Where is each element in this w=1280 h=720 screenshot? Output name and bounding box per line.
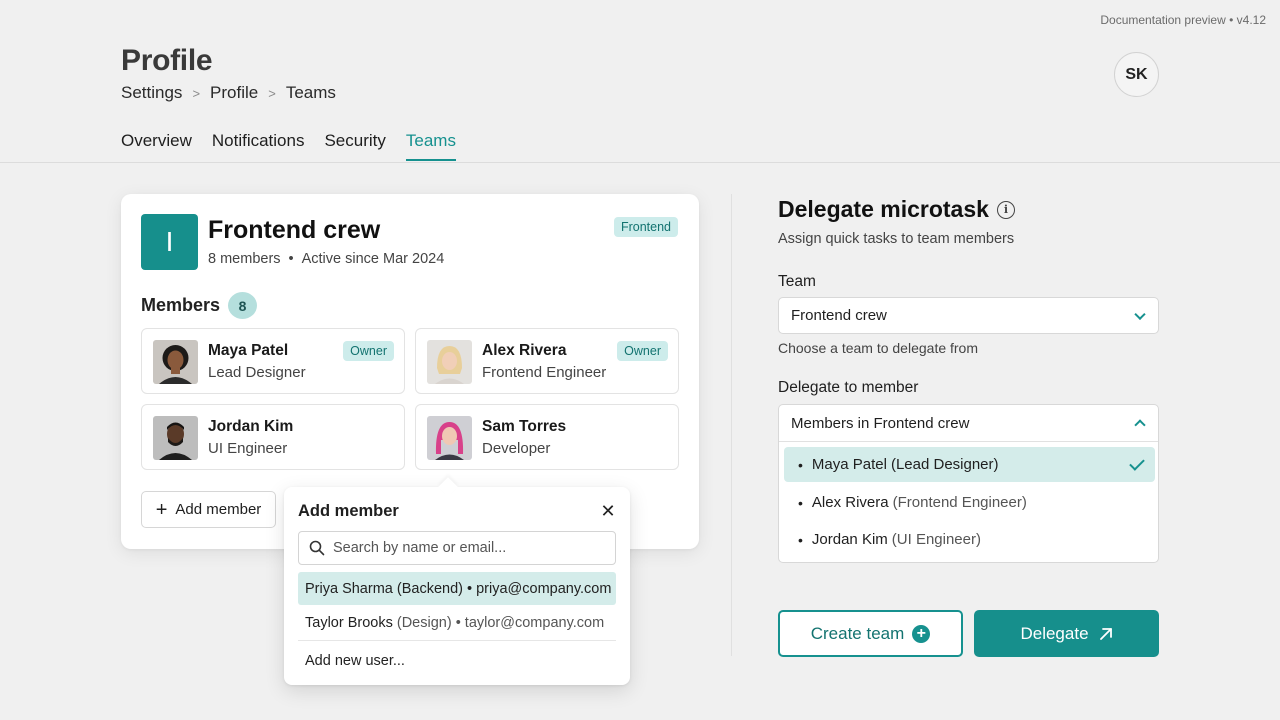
search-icon bbox=[309, 540, 325, 556]
member-select[interactable]: Members in Frontend crew bbox=[779, 405, 1158, 442]
member-role: Lead Designer bbox=[208, 364, 306, 381]
suggestion-email: • priya@company.com bbox=[467, 580, 612, 597]
team-tag: Frontend bbox=[613, 217, 678, 237]
delegate-button[interactable]: Delegate bbox=[974, 610, 1159, 657]
member-field-label: Delegate to member bbox=[778, 379, 919, 396]
bullet: • bbox=[798, 531, 803, 548]
create-team-label: Create team bbox=[810, 623, 905, 643]
tab-teams[interactable]: Teams bbox=[405, 131, 456, 161]
page-title: Profile bbox=[121, 44, 213, 77]
chevron-up-icon bbox=[1134, 419, 1146, 431]
members-count-badge: 8 bbox=[228, 292, 258, 319]
member-card[interactable]: Alex Rivera Frontend Engineer Owner bbox=[415, 328, 679, 394]
close-icon[interactable]: ✕ bbox=[598, 501, 618, 521]
plus-icon: + bbox=[155, 498, 168, 521]
member-role: Developer bbox=[482, 440, 551, 457]
bullet: • bbox=[798, 456, 803, 473]
tab-overview[interactable]: Overview bbox=[121, 131, 192, 161]
tab-security[interactable]: Security bbox=[324, 131, 385, 161]
members-heading: Members 8 bbox=[141, 292, 258, 319]
team-select[interactable]: Frontend crew bbox=[778, 297, 1159, 334]
option-role: (UI Engineer) bbox=[891, 531, 981, 548]
member-card[interactable]: Maya Patel Lead Designer Owner bbox=[141, 328, 405, 394]
add-new-user-item[interactable]: Add new user... bbox=[298, 644, 616, 677]
tabs-divider bbox=[0, 162, 1280, 163]
suggestion-name: Taylor Brooks bbox=[305, 614, 393, 631]
team-select-value: Frontend crew bbox=[791, 307, 887, 324]
chevron-right-icon: > bbox=[192, 85, 201, 101]
plus-circle-icon: + bbox=[912, 624, 931, 643]
member-photo bbox=[153, 416, 198, 460]
delegate-subtitle: Assign quick tasks to team members bbox=[778, 231, 1015, 247]
meta-separator: • bbox=[288, 251, 294, 267]
team-meta: 8 members • Active since Mar 2024 bbox=[208, 251, 444, 267]
suggestion-dept: (Backend) bbox=[396, 580, 463, 597]
member-name: Maya Patel bbox=[208, 342, 289, 359]
panel-divider bbox=[731, 194, 732, 656]
member-name: Alex Rivera bbox=[482, 342, 567, 359]
chevron-right-icon: > bbox=[268, 85, 276, 101]
breadcrumb: Settings > Profile > Teams bbox=[121, 83, 336, 103]
breadcrumb-teams: Teams bbox=[285, 83, 336, 102]
suggestion-email: • taylor@company.com bbox=[455, 614, 605, 631]
breadcrumb-profile[interactable]: Profile bbox=[210, 83, 258, 103]
chevron-down-icon bbox=[1134, 308, 1146, 320]
member-name: Jordan Kim bbox=[208, 418, 294, 435]
owner-badge: Owner bbox=[343, 341, 394, 361]
owner-badge: Owner bbox=[617, 341, 668, 361]
member-card[interactable]: Jordan Kim UI Engineer bbox=[141, 404, 405, 470]
member-photo bbox=[427, 340, 472, 384]
member-photo bbox=[153, 340, 198, 384]
option-role: (Lead Designer) bbox=[890, 456, 999, 473]
option-name: Maya Patel bbox=[811, 456, 887, 473]
member-photo bbox=[427, 416, 472, 460]
member-option[interactable]: • Jordan Kim (UI Engineer) bbox=[784, 522, 1155, 557]
member-role: Frontend Engineer bbox=[482, 364, 607, 381]
add-member-popover: Add member ✕ Priya Sharma (Backend) • pr… bbox=[284, 477, 630, 685]
add-member-button[interactable]: + Add member bbox=[141, 491, 276, 528]
breadcrumb-settings[interactable]: Settings bbox=[121, 83, 182, 103]
popover-title: Add member bbox=[298, 502, 399, 520]
check-icon bbox=[1129, 455, 1145, 471]
delegate-title-text: Delegate microtask bbox=[778, 196, 989, 222]
team-helper-text: Choose a team to delegate from bbox=[778, 340, 979, 356]
suggestion-dept: (Design) bbox=[396, 614, 452, 631]
suggestion-item[interactable]: Priya Sharma (Backend) • priya@company.c… bbox=[298, 572, 616, 605]
member-option[interactable]: • Maya Patel (Lead Designer) bbox=[784, 447, 1155, 482]
member-select-dropdown: Members in Frontend crew • Maya Patel (L… bbox=[778, 404, 1159, 563]
create-team-button[interactable]: Create team + bbox=[778, 610, 963, 657]
team-logo: I bbox=[141, 214, 198, 270]
delegate-label: Delegate bbox=[1020, 623, 1089, 643]
suggestion-name: Priya Sharma bbox=[305, 580, 393, 597]
member-search-field[interactable] bbox=[298, 531, 616, 565]
member-select-value: Members in Frontend crew bbox=[791, 414, 970, 432]
user-avatar[interactable]: SK bbox=[1114, 52, 1159, 97]
team-active-since: Active since Mar 2024 bbox=[301, 251, 445, 267]
member-option[interactable]: • Alex Rivera (Frontend Engineer) bbox=[784, 485, 1155, 520]
popover-divider bbox=[298, 640, 616, 641]
member-search-input[interactable] bbox=[333, 540, 615, 556]
option-role: (Frontend Engineer) bbox=[892, 494, 1027, 511]
profile-tabs: Overview Notifications Security Teams bbox=[121, 131, 456, 161]
suggestion-item[interactable]: Taylor Brooks (Design) • taylor@company.… bbox=[298, 606, 616, 639]
members-heading-label: Members bbox=[141, 295, 221, 315]
arrow-up-right-icon bbox=[1099, 627, 1112, 640]
tab-notifications[interactable]: Notifications bbox=[212, 131, 305, 161]
delegate-title: Delegate microtask i bbox=[778, 196, 1015, 223]
team-name: Frontend crew bbox=[208, 216, 381, 244]
bullet: • bbox=[798, 494, 803, 511]
option-name: Alex Rivera bbox=[811, 494, 889, 511]
info-icon[interactable]: i bbox=[996, 200, 1015, 219]
team-field-label: Team bbox=[778, 273, 816, 290]
member-role: UI Engineer bbox=[208, 440, 288, 457]
team-members-count: 8 members bbox=[208, 251, 281, 267]
add-member-label: Add member bbox=[175, 501, 262, 518]
member-name: Sam Torres bbox=[482, 418, 567, 435]
member-card[interactable]: Sam Torres Developer bbox=[415, 404, 679, 470]
option-name: Jordan Kim bbox=[811, 531, 888, 548]
documentation-preview-label: Documentation preview • v4.12 bbox=[1100, 13, 1266, 27]
